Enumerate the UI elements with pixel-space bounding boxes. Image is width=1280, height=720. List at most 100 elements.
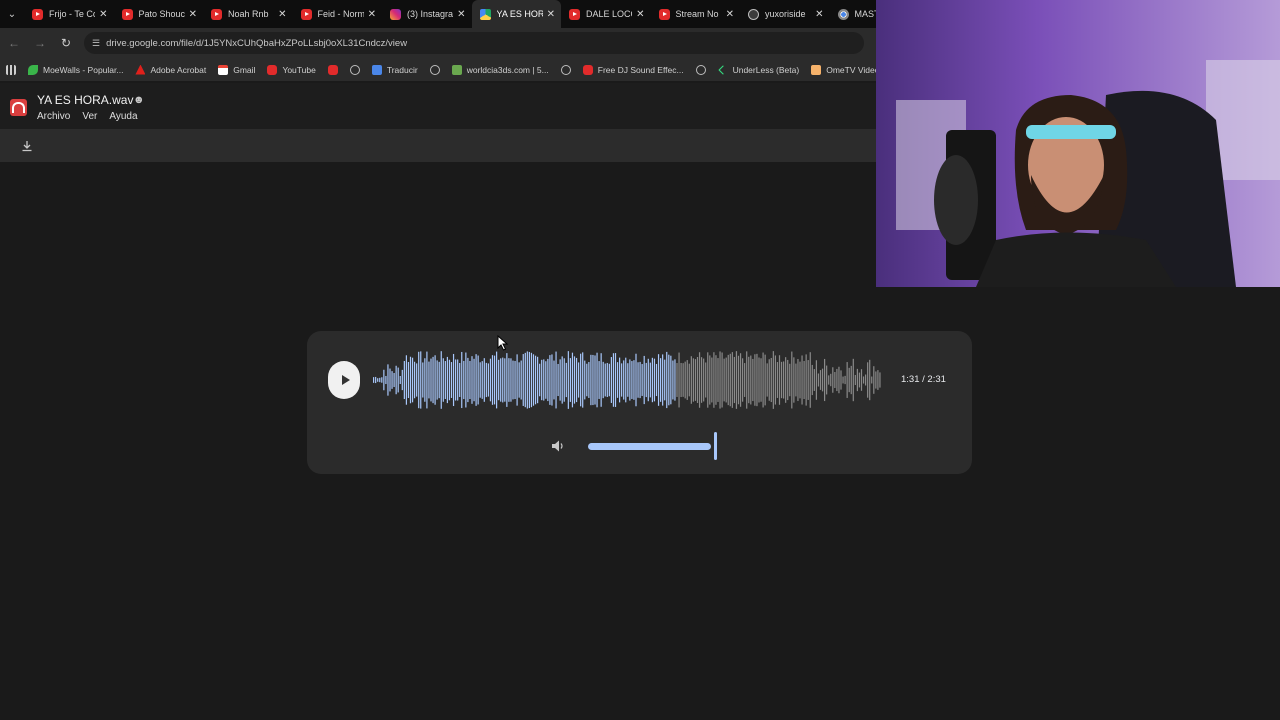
waveform-bar [471, 356, 473, 404]
waveform-bar [420, 351, 422, 409]
waveform-bar [604, 363, 606, 397]
tab-search-chevron-icon[interactable]: ⌄ [0, 0, 24, 28]
waveform-bar [539, 363, 541, 397]
tab-label: yuxoriside [765, 9, 806, 19]
bookmark-label: Adobe Acrobat [150, 64, 207, 75]
close-tab-icon[interactable]: ✕ [99, 9, 107, 20]
apps-icon [6, 64, 16, 75]
close-tab-icon[interactable]: ✕ [815, 9, 823, 20]
close-tab-icon[interactable]: ✕ [457, 9, 465, 20]
waveform-bar [674, 359, 676, 401]
waveform-bar [854, 374, 856, 386]
bookmark-item[interactable] [560, 64, 571, 75]
waveform-bar [846, 362, 848, 398]
waveform-bar [795, 363, 797, 397]
menu-archivo[interactable]: Archivo [37, 111, 70, 122]
waveform-bar [534, 355, 537, 405]
bookmark-item[interactable] [327, 64, 338, 75]
browser-tab[interactable]: YA ES HOR/ ✕ [471, 0, 561, 28]
waveform-bar [422, 362, 424, 398]
waveform-bar [731, 352, 733, 408]
waveform-bar [809, 352, 811, 408]
browser-tab[interactable]: Feid - Norm ✕ [293, 0, 383, 28]
youtube-icon [121, 8, 133, 20]
waveform-bar [416, 363, 418, 397]
volume-handle[interactable] [714, 432, 717, 460]
forward-arrow-icon[interactable]: → [28, 31, 52, 55]
close-tab-icon[interactable]: ✕ [726, 9, 734, 20]
browser-tab[interactable]: Frijo - Te Co ✕ [24, 0, 114, 28]
bookmark-item[interactable] [429, 64, 440, 75]
close-tab-icon[interactable]: ✕ [636, 9, 644, 20]
bookmark-item[interactable]: MoeWalls - Popular... [28, 64, 123, 75]
browser-tab[interactable]: yuxoriside ✕ [740, 0, 830, 28]
bookmark-item[interactable]: Adobe Acrobat [135, 64, 207, 75]
globe-icon [429, 64, 440, 75]
waveform-bar [559, 359, 561, 401]
back-arrow-icon[interactable]: ← [2, 31, 26, 55]
waveform-bar [754, 354, 756, 406]
bookmark-item[interactable] [349, 64, 360, 75]
browser-tab[interactable]: Stream No ✕ [651, 0, 741, 28]
waveform-bar [377, 378, 379, 382]
waveform-bar [830, 373, 832, 387]
waveform-bar [553, 360, 555, 400]
waveform-bar [569, 358, 571, 402]
browser-tab[interactable]: DALE LOCO ✕ [561, 0, 651, 28]
waveform-bar [865, 374, 867, 386]
bookmark-item[interactable] [695, 64, 706, 75]
bookmark-item[interactable]: UnderLess (Beta) [717, 65, 799, 75]
menu-ver[interactable]: Ver [82, 111, 97, 122]
youtube-icon [267, 64, 278, 75]
waveform-bar [705, 362, 707, 398]
bookmark-item[interactable]: Gmail [218, 64, 255, 75]
volume-track [588, 443, 711, 450]
waveform-bar [393, 372, 395, 388]
waveform-bar [532, 354, 535, 406]
waveform-bar [491, 355, 494, 405]
close-tab-icon[interactable]: ✕ [278, 9, 286, 20]
close-tab-icon[interactable]: ✕ [189, 9, 197, 20]
waveform-bar [649, 362, 651, 398]
mouse-cursor-icon [497, 335, 509, 351]
waveform-bar [381, 377, 383, 383]
waveform-bar [762, 352, 764, 408]
waveform-bar [713, 352, 715, 408]
bookmark-item[interactable]: Free DJ Sound Effec... [582, 64, 684, 75]
download-icon[interactable] [20, 139, 34, 153]
waveform-bar [778, 355, 781, 405]
bookmark-item[interactable]: worldcia3ds.com | 5... [451, 64, 549, 75]
waveform-bar [819, 370, 822, 390]
browser-tab[interactable]: (3) Instagra ✕ [382, 0, 472, 28]
bookmark-item[interactable]: Traducir [371, 64, 418, 75]
audio-waveform-seekbar[interactable] [373, 349, 883, 411]
browser-tab[interactable]: Noah Rnb ✕ [203, 0, 293, 28]
volume-icon[interactable] [551, 439, 565, 453]
waveform-bar [698, 352, 701, 408]
waveform-bar [660, 358, 662, 402]
waveform-bar [766, 363, 768, 397]
waveform-bar [457, 359, 459, 401]
bookmark-item[interactable] [6, 64, 16, 75]
waveform-bar [571, 352, 574, 408]
waveform-bar [461, 351, 463, 409]
menu-ayuda[interactable]: Ayuda [109, 111, 137, 122]
reload-icon[interactable]: ↻ [54, 31, 78, 55]
bookmark-item[interactable]: YouTube [267, 64, 316, 75]
play-button[interactable] [328, 361, 360, 399]
waveform-bar [524, 352, 526, 408]
close-tab-icon[interactable]: ✕ [368, 9, 376, 20]
browser-tab[interactable]: Pato Shouc ✕ [114, 0, 204, 28]
waveform-bar [756, 353, 758, 407]
waveform-bar [852, 358, 854, 402]
waveform-bar [733, 356, 735, 404]
waveform-bar [807, 360, 809, 400]
waveform-bar [411, 357, 414, 403]
waveform-bar [516, 354, 518, 406]
bookmark-label: Traducir [386, 64, 418, 75]
volume-slider[interactable] [588, 432, 718, 460]
close-tab-icon[interactable]: ✕ [547, 9, 555, 20]
waveform-bar [602, 361, 604, 399]
site-info-icon[interactable]: ☰ [92, 38, 100, 49]
address-bar[interactable]: ☰ drive.google.com/file/d/1J5YNxCUhQbaHx… [84, 32, 864, 54]
